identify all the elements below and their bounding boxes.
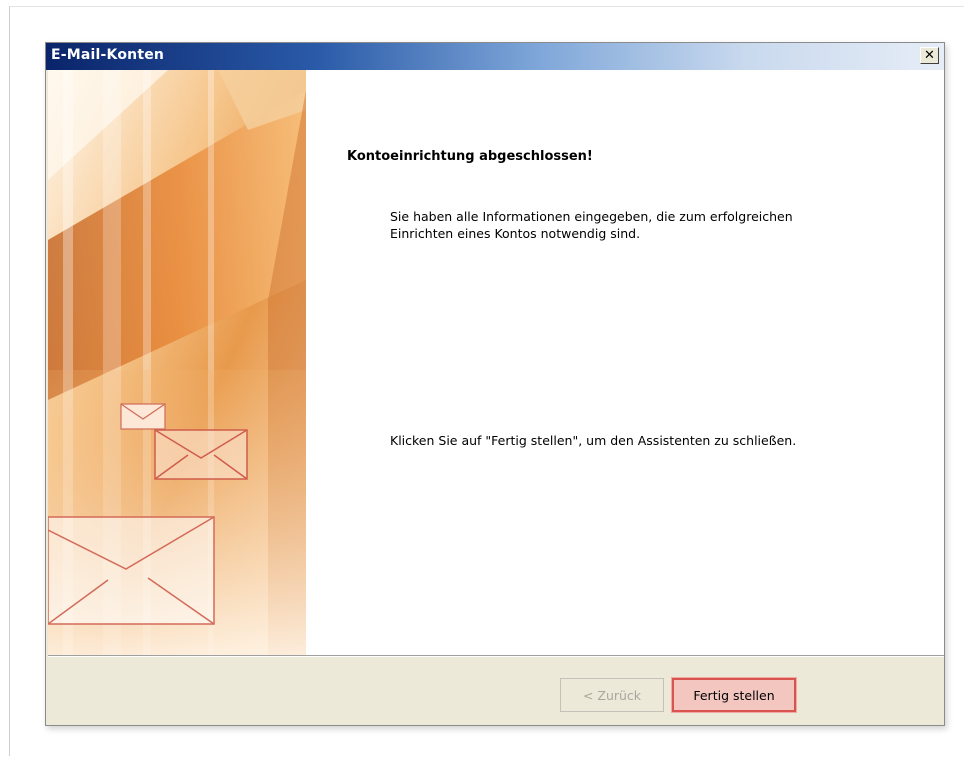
window-title: E-Mail-Konten	[51, 47, 165, 63]
back-button[interactable]: < Zurück	[560, 678, 664, 712]
title-bar[interactable]: E-Mail-Konten ✕	[46, 43, 944, 70]
button-separator	[48, 655, 944, 657]
close-button[interactable]: ✕	[920, 47, 939, 64]
page-heading: Kontoeinrichtung abgeschlossen!	[347, 149, 593, 164]
close-icon: ✕	[924, 48, 935, 63]
instruction-text: Klicken Sie auf "Fertig stellen", um den…	[390, 433, 797, 448]
wizard-content: Kontoeinrichtung abgeschlossen! Sie habe…	[306, 70, 944, 655]
wizard-banner-image	[48, 70, 306, 655]
info-text: Sie haben alle Informationen eingegeben,…	[390, 209, 793, 241]
wizard-body: Kontoeinrichtung abgeschlossen! Sie habe…	[48, 70, 944, 655]
email-accounts-dialog: E-Mail-Konten ✕ Kontoeinrichtung abgesch…	[45, 42, 945, 726]
envelope-graphic-icon	[48, 70, 306, 655]
finish-button[interactable]: Fertig stellen	[672, 678, 796, 712]
